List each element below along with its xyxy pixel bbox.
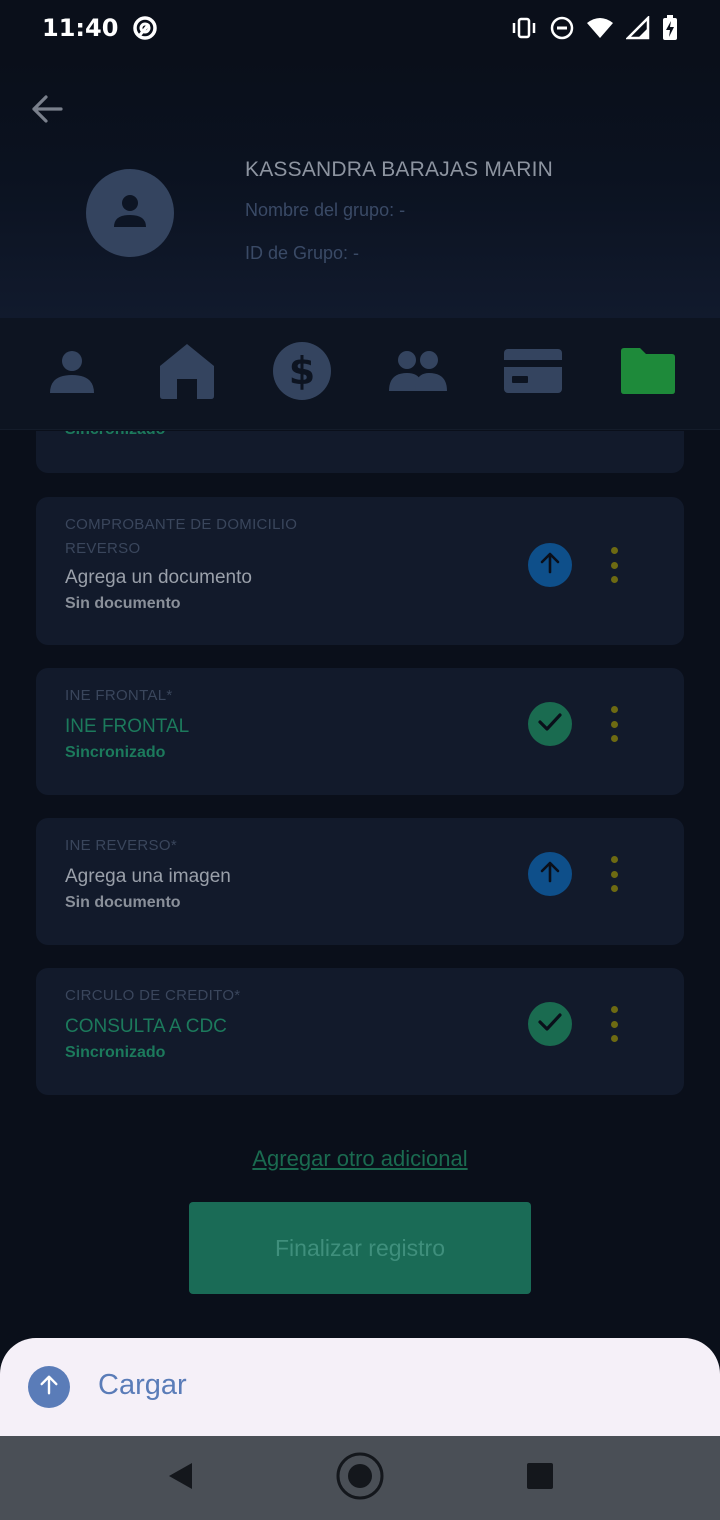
document-title: CIRCULO DE CREDITO* — [65, 987, 241, 1004]
signal-icon — [626, 16, 650, 40]
circle-home-icon — [335, 1451, 385, 1506]
kebab-dot — [610, 856, 618, 863]
do-not-disturb-icon — [550, 16, 574, 40]
triangle-back-icon — [166, 1461, 194, 1496]
kebab-dot — [610, 720, 618, 728]
at-sign-icon — [132, 15, 158, 41]
document-status: Sin documento — [65, 595, 181, 612]
kebab-dot — [610, 1020, 618, 1028]
add-additional-link[interactable]: Agregar otro adicional — [0, 1146, 720, 1172]
kebab-dot — [610, 561, 618, 569]
kebab-dot — [610, 870, 618, 878]
home-icon — [157, 341, 217, 406]
upload-button[interactable] — [528, 852, 572, 896]
document-value: CONSULTA A CDC — [65, 1016, 227, 1037]
upload-option-icon[interactable] — [28, 1366, 70, 1408]
svg-text:$: $ — [289, 349, 315, 393]
tab-group[interactable] — [378, 334, 458, 414]
document-status: Sincronizado — [65, 431, 165, 439]
tab-documents[interactable] — [608, 334, 688, 414]
more-options-button[interactable] — [602, 1006, 626, 1042]
nav-home-button[interactable] — [330, 1448, 390, 1508]
document-card-circulo-credito: CIRCULO DE CREDITO* CONSULTA A CDC Sincr… — [36, 968, 684, 1095]
card-icon — [503, 348, 563, 399]
finish-registration-button[interactable]: Finalizar registro — [189, 1202, 531, 1294]
square-recents-icon — [526, 1462, 554, 1495]
folder-icon — [619, 347, 677, 400]
kebab-dot — [610, 547, 618, 554]
synced-check-button[interactable] — [528, 1002, 572, 1046]
status-time: 11:40 — [42, 14, 119, 42]
kebab-dot — [610, 576, 618, 583]
document-value: Agrega un documento — [65, 567, 252, 588]
person-icon — [110, 191, 150, 236]
kebab-dot — [610, 1006, 618, 1013]
system-nav-bar — [0, 1436, 720, 1520]
kebab-dot — [610, 885, 618, 892]
section-tab-bar: $ — [0, 318, 720, 430]
more-options-button[interactable] — [602, 856, 626, 892]
group-id: ID de Grupo: - — [245, 243, 360, 263]
arrow-up-icon — [38, 1374, 60, 1401]
document-title: INE FRONTAL* — [65, 687, 173, 704]
document-value: Agrega una imagen — [65, 866, 231, 887]
arrow-left-icon — [30, 95, 64, 128]
status-bar: 11:40 — [0, 0, 720, 56]
document-card-ine-frontal: INE FRONTAL* INE FRONTAL Sincronizado — [36, 668, 684, 795]
tab-personal[interactable] — [32, 334, 112, 414]
synced-check-button[interactable] — [528, 702, 572, 746]
vibrate-icon — [510, 16, 538, 40]
check-icon — [537, 1011, 563, 1038]
document-status: Sin documento — [65, 894, 181, 911]
arrow-up-icon — [538, 551, 562, 580]
back-button[interactable] — [30, 94, 76, 128]
document-card-ine-reverso: INE REVERSO* Agrega una imagen Sin docum… — [36, 818, 684, 945]
tab-card[interactable] — [493, 334, 573, 414]
more-options-button[interactable] — [602, 706, 626, 742]
wifi-icon — [586, 16, 614, 40]
document-title: COMPROBANTE DE DOMICILIO REVERSO — [65, 516, 298, 557]
arrow-up-icon — [538, 860, 562, 889]
upload-bottom-sheet: Cargar — [0, 1338, 720, 1436]
document-card-comprobante-reverso: COMPROBANTE DE DOMICILIO REVERSO Agrega … — [36, 497, 684, 645]
dollar-icon: $ — [272, 341, 332, 406]
upload-button[interactable] — [528, 543, 572, 587]
battery-charging-icon — [662, 15, 678, 41]
nav-back-button[interactable] — [150, 1448, 210, 1508]
kebab-dot — [610, 706, 618, 713]
tab-payments[interactable]: $ — [262, 334, 342, 414]
check-icon — [537, 711, 563, 738]
documents-list[interactable]: Sincronizado COMPROBANTE DE DOMICILIO RE… — [0, 431, 720, 1338]
document-card-partial: Sincronizado — [36, 431, 684, 473]
document-status: Sincronizado — [65, 744, 166, 761]
kebab-dot — [610, 735, 618, 742]
document-value: INE FRONTAL — [65, 716, 190, 737]
group-name: Nombre del grupo: - — [245, 200, 406, 220]
client-name: KASSANDRA BARAJAS MARIN — [245, 158, 554, 181]
kebab-dot — [610, 1035, 618, 1042]
document-status: Sincronizado — [65, 1044, 166, 1061]
tab-home[interactable] — [147, 334, 227, 414]
avatar — [86, 169, 174, 257]
group-icon — [388, 347, 448, 400]
upload-option-label[interactable]: Cargar — [98, 1369, 187, 1402]
document-title: INE REVERSO* — [65, 837, 177, 854]
person-icon — [48, 347, 96, 400]
more-options-button[interactable] — [602, 547, 626, 583]
profile-header: KASSANDRA BARAJAS MARIN Nombre del grupo… — [0, 56, 720, 318]
nav-recents-button[interactable] — [510, 1448, 570, 1508]
